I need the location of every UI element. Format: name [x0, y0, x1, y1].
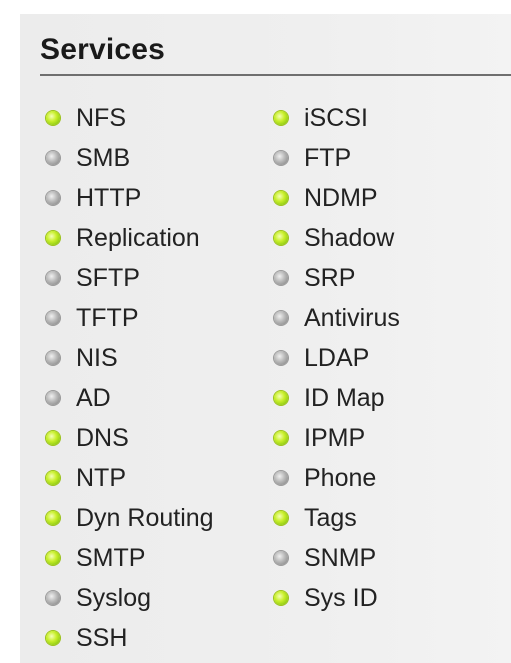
service-label: Dyn Routing [76, 504, 214, 532]
service-item-tftp[interactable]: TFTP [46, 298, 139, 338]
status-indicator-icon [46, 551, 60, 565]
service-label: SNMP [304, 544, 377, 572]
service-label: Sys ID [304, 584, 378, 612]
service-label: AD [76, 384, 111, 412]
service-label: SMTP [76, 544, 146, 572]
service-label: NFS [76, 104, 126, 132]
status-indicator-icon [274, 271, 288, 285]
service-label: Antivirus [304, 304, 400, 332]
service-item-smtp[interactable]: SMTP [46, 538, 145, 578]
service-item-ssh[interactable]: SSH [46, 618, 127, 658]
service-item-smb[interactable]: SMB [46, 138, 130, 178]
service-item-ad[interactable]: AD [46, 378, 111, 418]
service-item-id-map[interactable]: ID Map [274, 378, 385, 418]
service-label: Shadow [304, 224, 395, 252]
status-indicator-icon [46, 631, 60, 645]
status-indicator-icon [274, 551, 288, 565]
status-indicator-icon [274, 111, 288, 125]
service-item-iscsi[interactable]: iSCSI [274, 98, 368, 138]
service-item-syslog[interactable]: Syslog [46, 578, 151, 618]
status-indicator-icon [274, 391, 288, 405]
service-item-replication[interactable]: Replication [46, 218, 200, 258]
status-indicator-icon [46, 271, 60, 285]
status-indicator-icon [46, 431, 60, 445]
service-item-snmp[interactable]: SNMP [274, 538, 376, 578]
status-indicator-icon [274, 471, 288, 485]
service-label: Replication [76, 224, 200, 252]
service-label: SRP [304, 264, 356, 292]
status-indicator-icon [46, 591, 60, 605]
service-item-ftp[interactable]: FTP [274, 138, 351, 178]
status-indicator-icon [46, 231, 60, 245]
status-indicator-icon [274, 311, 288, 325]
service-item-sys-id[interactable]: Sys ID [274, 578, 378, 618]
status-indicator-icon [274, 591, 288, 605]
service-label: SFTP [76, 264, 140, 292]
services-panel: Services NFS SMB HTTP Replication SFTP T… [20, 14, 511, 663]
status-indicator-icon [46, 191, 60, 205]
status-indicator-icon [46, 111, 60, 125]
service-item-sftp[interactable]: SFTP [46, 258, 140, 298]
status-indicator-icon [46, 151, 60, 165]
status-indicator-icon [46, 391, 60, 405]
service-label: TFTP [76, 304, 139, 332]
service-label: LDAP [304, 344, 370, 372]
status-indicator-icon [274, 151, 288, 165]
service-label: ID Map [304, 384, 385, 412]
service-item-shadow[interactable]: Shadow [274, 218, 394, 258]
status-indicator-icon [46, 311, 60, 325]
title-divider [40, 74, 511, 76]
status-indicator-icon [274, 351, 288, 365]
service-item-ntp[interactable]: NTP [46, 458, 126, 498]
service-label: SSH [76, 624, 128, 652]
service-label: DNS [76, 424, 129, 452]
panel-title: Services [40, 33, 166, 66]
service-label: Phone [304, 464, 377, 492]
status-indicator-icon [46, 511, 60, 525]
service-label: NIS [76, 344, 118, 372]
status-indicator-icon [274, 231, 288, 245]
status-indicator-icon [274, 191, 288, 205]
service-item-ipmp[interactable]: IPMP [274, 418, 365, 458]
service-item-ndmp[interactable]: NDMP [274, 178, 378, 218]
status-indicator-icon [46, 471, 60, 485]
service-item-srp[interactable]: SRP [274, 258, 355, 298]
service-label: Tags [304, 504, 357, 532]
service-label: NDMP [304, 184, 378, 212]
service-label: Syslog [76, 584, 152, 612]
service-label: iSCSI [304, 104, 368, 132]
status-indicator-icon [274, 511, 288, 525]
service-label: IPMP [304, 424, 366, 452]
status-indicator-icon [46, 351, 60, 365]
service-item-phone[interactable]: Phone [274, 458, 376, 498]
service-item-nis[interactable]: NIS [46, 338, 118, 378]
service-label: HTTP [76, 184, 142, 212]
service-item-nfs[interactable]: NFS [46, 98, 126, 138]
service-label: SMB [76, 144, 131, 172]
service-item-ldap[interactable]: LDAP [274, 338, 369, 378]
service-item-tags[interactable]: Tags [274, 498, 357, 538]
service-item-dns[interactable]: DNS [46, 418, 129, 458]
service-item-antivirus[interactable]: Antivirus [274, 298, 400, 338]
service-label: FTP [304, 144, 352, 172]
service-item-dyn-routing[interactable]: Dyn Routing [46, 498, 214, 538]
status-indicator-icon [274, 431, 288, 445]
service-label: NTP [76, 464, 126, 492]
service-item-http[interactable]: HTTP [46, 178, 141, 218]
